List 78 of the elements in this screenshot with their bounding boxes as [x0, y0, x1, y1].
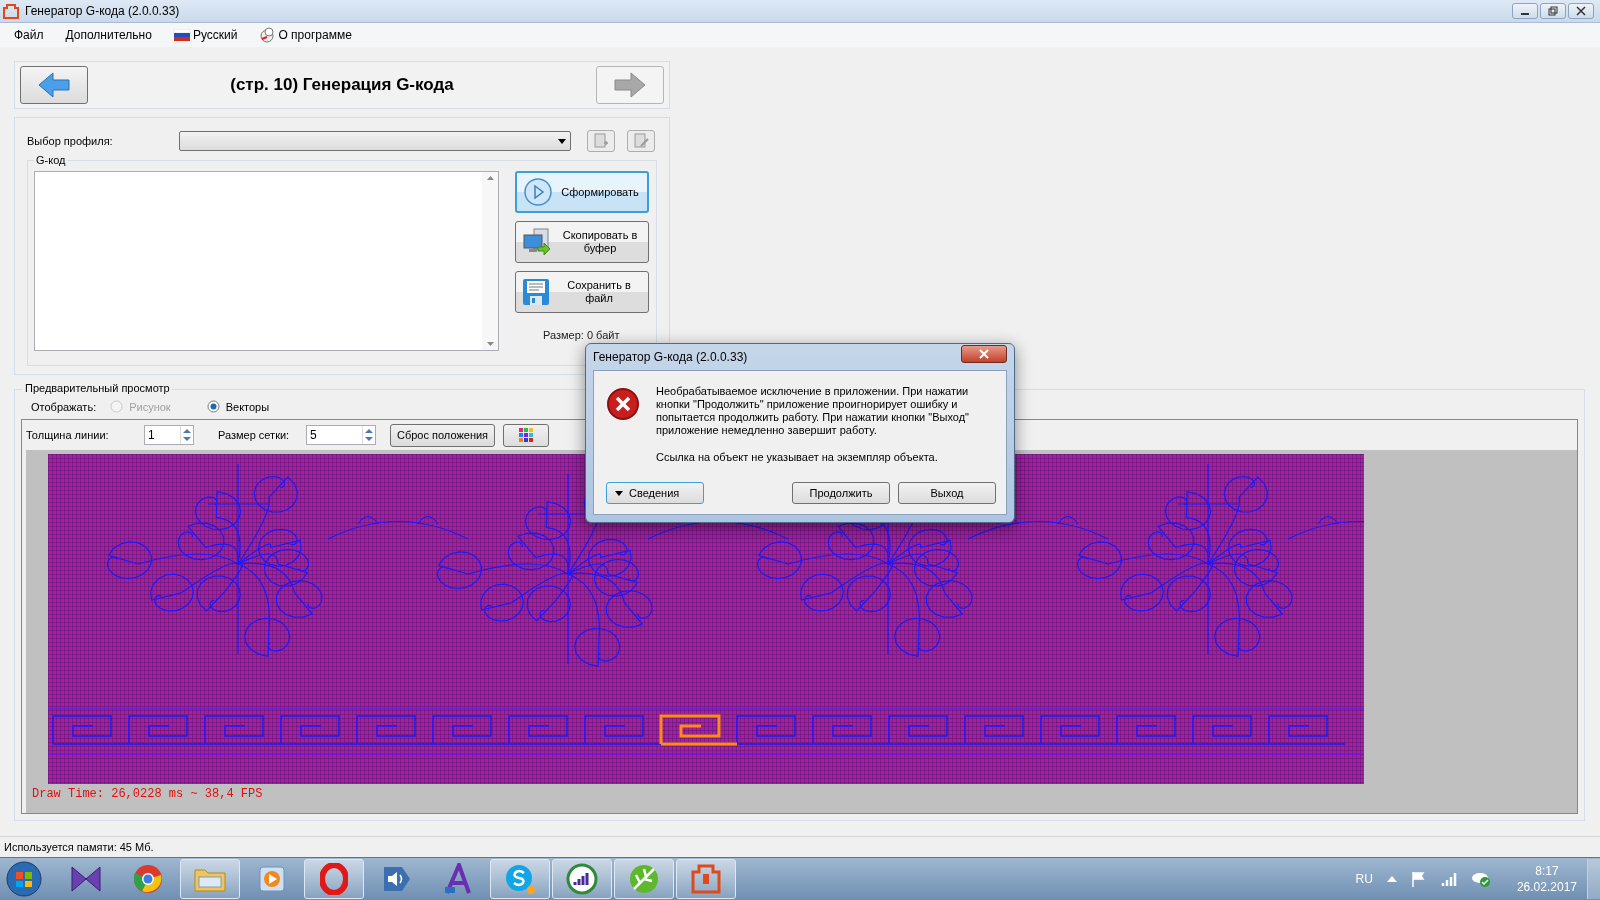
s-logo-icon[interactable]	[504, 863, 536, 895]
document-add-icon	[593, 133, 609, 149]
close-icon	[979, 349, 989, 359]
taskbar-button[interactable]	[552, 859, 612, 899]
spin-up-icon[interactable]	[363, 427, 375, 435]
spin-down-icon[interactable]	[181, 435, 193, 443]
file-size-text: Размер: 0 байт	[542, 329, 621, 341]
restore-icon	[1548, 6, 1558, 16]
browser-icon[interactable]	[133, 864, 163, 894]
caret-icon	[558, 138, 566, 144]
snowman-icon	[259, 27, 276, 43]
start-button[interactable]	[5, 860, 43, 898]
color-grid-icon	[519, 428, 534, 442]
profile-label: Выбор профиля:	[27, 135, 114, 147]
window-title: Генератор G-кода (2.0.0.33)	[25, 4, 181, 18]
line-width-spinner[interactable]: 1	[144, 425, 194, 445]
machine-icon[interactable]	[690, 864, 722, 894]
flag-icon[interactable]	[1410, 871, 1427, 887]
signal-icon[interactable]	[1440, 872, 1457, 886]
left-arrow-icon	[37, 71, 71, 99]
computer-icon	[522, 227, 552, 257]
gcode-label: G-код	[34, 154, 68, 166]
ring-icon[interactable]	[320, 863, 348, 895]
letter-figure-icon[interactable]	[443, 863, 473, 895]
caret-icon	[615, 490, 623, 496]
palette-button[interactable]	[503, 423, 550, 447]
close-button[interactable]	[961, 345, 1007, 363]
dialog-button[interactable]: Выход	[898, 482, 996, 504]
menu-item[interactable]: Файл	[10, 26, 48, 44]
action-button[interactable]: Сформировать	[515, 171, 649, 213]
memory-status: Используется памяти: 45 Мб.	[4, 841, 154, 853]
dialog-title: Генератор G-кода (2.0.0.33)	[593, 350, 748, 364]
radio-button[interactable]: Векторы	[206, 400, 270, 413]
play-icon	[523, 177, 553, 207]
menu-item[interactable]: Дополнительно	[61, 26, 156, 44]
grid-size-spinner[interactable]: 5	[306, 425, 376, 445]
spin-up-icon[interactable]	[181, 427, 193, 435]
edit-profile-button[interactable]	[627, 130, 655, 152]
error-icon	[606, 387, 640, 421]
play-icon[interactable]	[257, 864, 287, 894]
document-edit-icon	[633, 133, 649, 149]
scroll-down-icon[interactable]	[486, 342, 494, 346]
flag-icon	[173, 29, 190, 41]
clock-date: 26.02.2017	[1516, 880, 1577, 894]
radio-icon	[110, 400, 124, 413]
reset-position-button[interactable]: Сброс положения	[390, 423, 496, 447]
clock-time: 8:17	[1535, 864, 1559, 878]
profile-dropdown[interactable]	[179, 131, 571, 151]
page-title: (стр. 10) Генерация G-кода	[230, 75, 454, 95]
display-label: Отображать:	[31, 400, 97, 413]
back-button[interactable]	[20, 66, 88, 104]
cloud-check-icon[interactable]	[1470, 870, 1491, 888]
draw-time-text: Draw Time: 26,0228 ms ~ 38,4 FPS	[32, 786, 264, 801]
restore-button[interactable]	[1540, 3, 1566, 19]
error-message: Необрабатываемое исключение в приложении. При нажатии кнопки "Продолжить" приложение проигнорирует ошибку и попытается продолжить работу. При нажатии кнопки "Выход" приложение немедленно завершит работу.	[656, 385, 970, 437]
dialog-button[interactable]: Продолжить	[792, 482, 890, 504]
line-width-label: Толщина линии:	[26, 429, 110, 441]
minimize-button[interactable]	[1512, 3, 1538, 19]
action-button[interactable]: Сохранить в файл	[515, 271, 649, 313]
leaf-icon[interactable]	[628, 863, 660, 895]
add-profile-button[interactable]	[587, 130, 615, 152]
close-button[interactable]	[1568, 3, 1594, 19]
grid-size-label: Размер сетки:	[218, 429, 291, 441]
bowtie-logo-icon[interactable]	[70, 864, 102, 894]
action-button[interactable]: Скопировать в буфер	[515, 221, 649, 263]
machine-icon	[3, 3, 19, 19]
spin-down-icon[interactable]	[363, 435, 375, 443]
signal-bars-icon[interactable]	[566, 863, 598, 895]
right-arrow-icon	[613, 71, 647, 99]
caret-icon[interactable]	[1386, 876, 1397, 882]
scroll-up-icon[interactable]	[486, 176, 494, 180]
menu-item[interactable]: Русский	[169, 26, 242, 44]
close-icon	[1576, 6, 1586, 16]
radio-icon	[206, 400, 220, 413]
error-detail: Ссылка на объект не указывает на экземпляр объекта.	[656, 451, 939, 464]
menu-item[interactable]: О программе	[255, 25, 356, 45]
details-button[interactable]: Сведения	[606, 482, 704, 504]
preview-group-title: Предварительный просмотр	[23, 382, 172, 394]
